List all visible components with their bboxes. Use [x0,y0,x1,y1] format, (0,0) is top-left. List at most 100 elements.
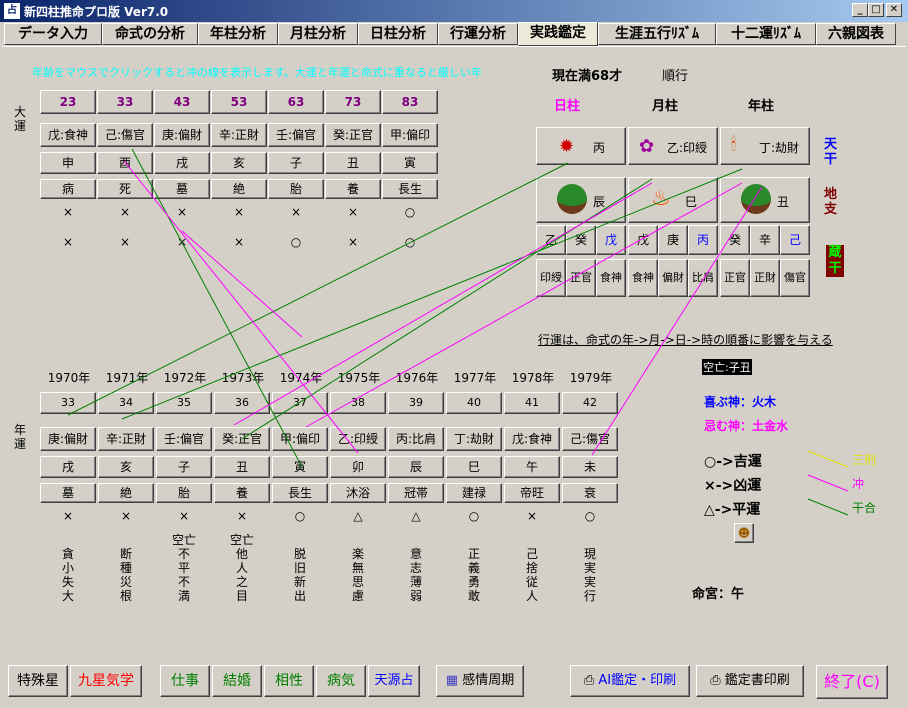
col-month: 月柱 [652,99,679,114]
daiun-age-button[interactable]: 63 [268,90,324,114]
daiun-stem: 甲:偏印 [382,123,438,147]
daiun-mark: × [62,235,74,249]
nenun-twelve: 衰 [562,483,618,503]
shigoto-button[interactable]: 仕事 [160,665,210,697]
nenun-branch: 丑 [214,456,270,478]
legend-bad: ×->凶運 [704,478,762,494]
month-branch-button[interactable]: ♨ 巳 [628,177,718,223]
flow-note: 行運は、命式の年->月->日->時の順番に影響を与える [538,333,833,347]
daiun-branch: 寅 [382,152,438,174]
daiun-twelve: 長生 [382,179,438,199]
tengen-button[interactable]: 天源占 [368,665,420,697]
nenun-twelve: 帝旺 [504,483,560,503]
maximize-button[interactable]: □ [868,3,884,17]
tab-gogyo-rhythm[interactable]: 生涯五行ﾘｽﾞﾑ [598,23,716,45]
nenun-age-button[interactable]: 33 [40,392,96,414]
year-label: 1975年 [337,371,381,385]
daiun-branch: 酉 [97,152,153,174]
daiun-age-button[interactable]: 43 [154,90,210,114]
nenun-branch: 巳 [446,456,502,478]
help-icon[interactable]: ☻ [734,523,754,543]
nenun-age-button[interactable]: 35 [156,392,212,414]
window-title: 新四柱推命プロ版 Ver7.0 [24,5,169,19]
nenun-age-button[interactable]: 38 [330,392,386,414]
tab-jissen[interactable]: 実践鑑定 [518,22,598,46]
daiun-twelve: 養 [325,179,381,199]
tab-junishi-rhythm[interactable]: 十二運ﾘｽﾞﾑ [716,23,816,45]
kekkon-button[interactable]: 結婚 [212,665,262,697]
nenun-age-button[interactable]: 42 [562,392,618,414]
nenun-twelve: 冠帯 [388,483,444,503]
hidden-star: 正官 [720,259,750,297]
month-branch-label: 巳 [685,195,698,209]
daiun-stem: 癸:正官 [325,123,381,147]
tab-meishiki[interactable]: 命式の分析 [102,23,198,45]
tab-day-pillar[interactable]: 日柱分析 [358,23,438,45]
nenun-stem: 丁:劫財 [446,427,502,451]
month-stem-button[interactable]: ✿ 乙:印綬 [628,127,718,165]
kishin-note: 喜ぶ神：火木 [704,395,777,409]
nenun-stem: 辛:正財 [98,427,154,451]
daiun-age-button[interactable]: 53 [211,90,267,114]
candle-icon: 🕯 [731,134,737,155]
nenun-stem: 己:傷官 [562,427,618,451]
tab-year-pillar[interactable]: 年柱分析 [198,23,278,45]
day-stem-button[interactable]: ✹ 丙 [536,127,626,165]
kyusei-button[interactable]: 九星気学 [70,665,142,697]
daiun-mark: × [347,205,359,219]
nenun-branch: 戌 [40,456,96,478]
tab-month-pillar[interactable]: 月柱分析 [278,23,358,45]
kanjo-button[interactable]: ▦ 感情周期 [436,665,524,697]
hidden-star: 比肩 [688,259,718,297]
year-branch-button[interactable]: 丑 [720,177,810,223]
exit-button[interactable]: 終了(C) [816,665,888,699]
byoki-button[interactable]: 病気 [316,665,366,697]
hidden-stem: 庚 [658,225,688,255]
nenun-age-button[interactable]: 34 [98,392,154,414]
hidden-stem: 丙 [688,225,718,255]
nenun-twelve: 沐浴 [330,483,386,503]
tab-bar: データ入力 命式の分析 年柱分析 月柱分析 日柱分析 行運分析 実践鑑定 生涯五… [2,22,906,46]
day-branch-button[interactable]: 辰 [536,177,626,223]
nenun-age-button[interactable]: 36 [214,392,270,414]
day-branch-label: 辰 [593,195,606,209]
calendar-icon: ▦ [445,673,459,688]
ai-print-button[interactable]: ⎙ AI鑑定・印刷 [570,665,690,697]
tab-rokushin[interactable]: 六親図表 [816,23,896,45]
daiun-twelve: 病 [40,179,96,199]
hidden-star: 傷官 [780,259,810,297]
tab-gyoun[interactable]: 行運分析 [438,23,518,45]
nenun-branch: 寅 [272,456,328,478]
nenun-age-button[interactable]: 41 [504,392,560,414]
nenun-mark: ○ [468,509,480,523]
nenun-branch: 亥 [98,456,154,478]
nenun-age-button[interactable]: 37 [272,392,328,414]
year-label: 1978年 [511,371,555,385]
tokushu-button[interactable]: 特殊星 [8,665,68,697]
kubo-note: 空亡:子丑 [702,359,752,375]
daiun-age-button[interactable]: 83 [382,90,438,114]
year-branch-label: 丑 [777,195,790,209]
nenun-age-button[interactable]: 40 [446,392,502,414]
hidden-stem: 乙 [536,225,566,255]
minimize-button[interactable]: _ [852,3,868,17]
nenun-mark: △ [353,509,363,523]
daiun-age-button[interactable]: 23 [40,90,96,114]
year-label: 1976年 [395,371,439,385]
daiun-mark: × [233,205,245,219]
daiun-age-button[interactable]: 33 [97,90,153,114]
kubo-marker: 空亡 [171,533,196,547]
daiun-branch: 丑 [325,152,381,174]
keyword: 己捨従人 [525,547,538,603]
keyword: 楽無思慮 [351,547,364,603]
aisho-button[interactable]: 相性 [264,665,314,697]
nenun-stem: 癸:正官 [214,427,270,451]
print-button[interactable]: ⎙ 鑑定書印刷 [696,665,804,697]
daiun-stem: 己:傷官 [97,123,153,147]
daiun-age-button[interactable]: 73 [325,90,381,114]
nenun-age-button[interactable]: 39 [388,392,444,414]
tab-data-input[interactable]: データ入力 [4,23,102,45]
nenun-mark: ○ [294,509,306,523]
year-stem-button[interactable]: 🕯 丁:劫財 [720,127,810,165]
close-button[interactable]: ✕ [886,3,902,17]
